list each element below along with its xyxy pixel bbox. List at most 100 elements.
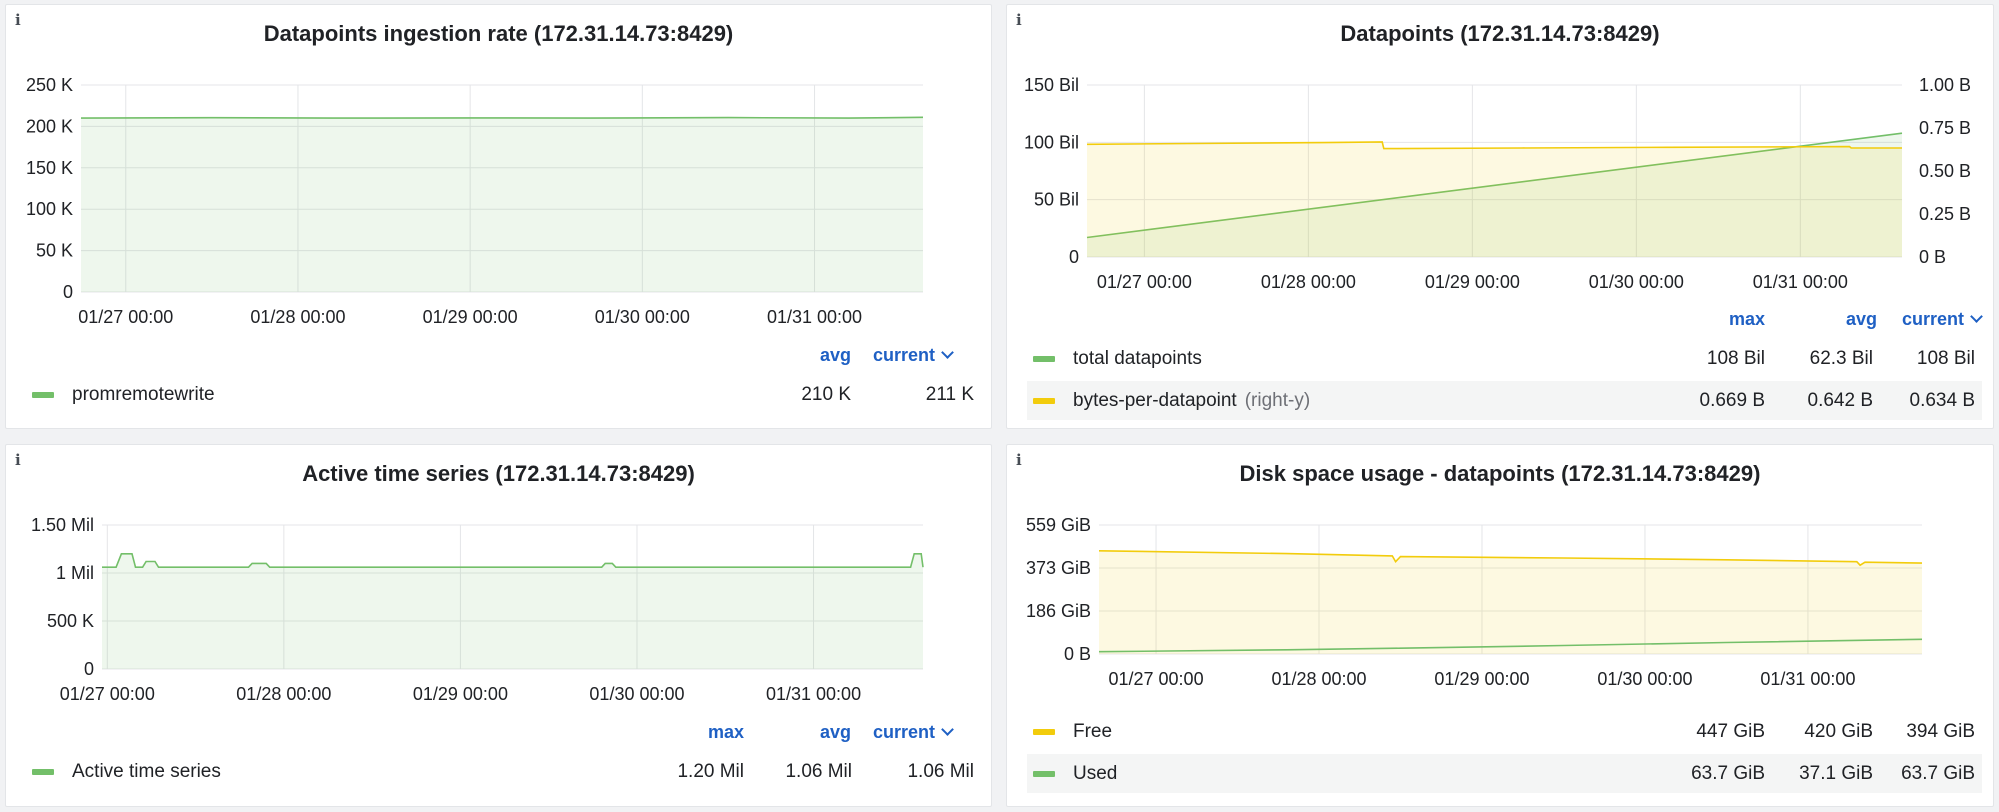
x-tick-label: 01/30 00:00 (1589, 272, 1684, 292)
y-tick-label: 0 B (1064, 644, 1091, 664)
y-tick-label: 250 K (26, 75, 73, 95)
x-tick-label: 01/27 00:00 (60, 684, 155, 704)
y-tick-label: 100 K (26, 199, 73, 219)
x-tick-label: 01/30 00:00 (1597, 669, 1692, 689)
series-area (102, 553, 923, 669)
legend-row[interactable]: promremotewrite 210 K 211 K (26, 375, 981, 414)
legend-max-value: 63.7 GiB (1691, 763, 1765, 784)
legend-row[interactable]: bytes-per-datapoint (right-y) 0.669 B 0.6… (1027, 381, 1982, 420)
x-tick-label: 01/27 00:00 (1097, 272, 1192, 292)
datapoints-chart[interactable]: 0 50 Bil 100 Bil 150 Bil 0 B 0.25 B 0.50 B 0.75… (1007, 5, 1995, 305)
legend-header-current-label: current (1901, 309, 1964, 329)
y2-tick-label: 0.25 B (1919, 204, 1971, 224)
legend-header-avg[interactable]: avg (1777, 309, 1877, 330)
legend-series-label: bytes-per-datapoint (1073, 390, 1237, 411)
legend-header-current[interactable]: current (1883, 309, 1983, 330)
x-tick-label: 01/31 00:00 (767, 307, 862, 327)
y-tick-label: 0 (1069, 247, 1079, 267)
panel-disk-space: i Disk space usage - datapoints (172.31.… (1006, 444, 1994, 807)
legend-header-avg[interactable]: avg (766, 722, 851, 743)
legend-series-name[interactable]: Free (1073, 721, 1112, 743)
series-color-swatch[interactable] (1033, 729, 1055, 735)
panel-ingestion: i Datapoints ingestion rate (172.31.14.7… (5, 4, 992, 429)
x-tick-label: 01/30 00:00 (589, 684, 684, 704)
series-color-swatch[interactable] (1033, 771, 1055, 777)
y-tick-label: 1.50 Mil (31, 515, 94, 535)
series-color-swatch[interactable] (32, 392, 54, 398)
legend-header-avg[interactable]: avg (766, 345, 851, 366)
series-area (81, 117, 923, 292)
legend-avg-value: 420 GiB (1804, 721, 1873, 742)
legend-series-name[interactable]: total datapoints (1073, 348, 1202, 370)
y-tick-label: 373 GiB (1026, 558, 1091, 578)
legend-current-value: 394 GiB (1906, 721, 1975, 742)
y-tick-label: 186 GiB (1026, 601, 1091, 621)
legend-row[interactable]: total datapoints 108 Bil 62.3 Bil 108 Bi… (1027, 339, 1982, 378)
series-area (1087, 141, 1902, 257)
legend-row[interactable]: Active time series 1.20 Mil 1.06 Mil 1.0… (26, 752, 981, 791)
legend-header-max[interactable]: max (646, 722, 744, 743)
legend-max-value: 447 GiB (1696, 721, 1765, 742)
legend-max-value: 1.20 Mil (677, 761, 744, 782)
x-tick-label: 01/29 00:00 (1425, 272, 1520, 292)
y-tick-label: 100 Bil (1024, 132, 1079, 152)
active-series-chart[interactable]: 0 500 K 1 Mil 1.50 Mil 01/27 00:00 01/28 00:0… (6, 445, 993, 730)
legend-current-value: 1.06 Mil (907, 761, 974, 782)
legend-max-value: 108 Bil (1706, 348, 1765, 369)
series-line (102, 553, 924, 568)
chevron-down-icon (941, 346, 954, 359)
x-tick-label: 01/29 00:00 (423, 307, 518, 327)
y-tick-label: 559 GiB (1026, 515, 1091, 535)
y2-tick-label: 0 B (1919, 247, 1946, 267)
legend-header-current-label: current (872, 722, 935, 742)
legend-header-current-label: current (872, 345, 935, 365)
legend-axis-note: (right-y) (1244, 390, 1311, 411)
x-tick-label: 01/29 00:00 (1434, 669, 1529, 689)
y-tick-label: 1 Mil (56, 563, 94, 583)
legend-avg-value: 37.1 GiB (1799, 763, 1873, 784)
ingestion-chart[interactable]: 0 50 K 100 K 150 K 200 K 250 K 01/27 00:00 01/2… (6, 5, 993, 345)
y-tick-label: 200 K (26, 116, 73, 136)
legend-avg-value: 1.06 Mil (785, 761, 852, 782)
legend-row[interactable]: Used 63.7 GiB 37.1 GiB 63.7 GiB (1027, 754, 1982, 793)
x-tick-label: 01/31 00:00 (1760, 669, 1855, 689)
x-tick-label: 01/29 00:00 (413, 684, 508, 704)
legend-series-name[interactable]: bytes-per-datapoint (right-y) (1073, 390, 1310, 412)
y-tick-label: 0 (63, 282, 73, 302)
y2-tick-label: 0.75 B (1919, 118, 1971, 138)
legend-current-value: 108 Bil (1916, 348, 1975, 369)
series-color-swatch[interactable] (1033, 398, 1055, 404)
legend-current-value: 0.634 B (1909, 390, 1976, 411)
legend-series-name[interactable]: promremotewrite (72, 384, 215, 406)
legend-series-name[interactable]: Active time series (72, 761, 221, 783)
y-tick-label: 150 K (26, 158, 73, 178)
legend-header-current[interactable]: current (862, 722, 954, 743)
legend-header-max[interactable]: max (1667, 309, 1765, 330)
legend-avg-value: 62.3 Bil (1809, 348, 1873, 369)
series-area (1099, 550, 1922, 654)
y2-tick-label: 1.00 B (1919, 75, 1971, 95)
x-tick-label: 01/27 00:00 (78, 307, 173, 327)
y-tick-label: 0 (84, 659, 94, 679)
x-tick-label: 01/28 00:00 (250, 307, 345, 327)
legend-current-value: 211 K (925, 384, 974, 405)
y2-tick-label: 0.50 B (1919, 161, 1971, 181)
y-tick-label: 150 Bil (1024, 75, 1079, 95)
chevron-down-icon (941, 723, 954, 736)
disk-space-chart[interactable]: 0 B 186 GiB 373 GiB 559 GiB 01/27 00:00 01/28… (1007, 445, 1995, 695)
x-tick-label: 01/31 00:00 (766, 684, 861, 704)
legend-max-value: 0.669 B (1699, 390, 1766, 411)
series-color-swatch[interactable] (32, 769, 54, 775)
legend-row[interactable]: Free 447 GiB 420 GiB 394 GiB (1027, 712, 1982, 751)
x-tick-label: 01/28 00:00 (1271, 669, 1366, 689)
y-tick-label: 50 K (36, 241, 73, 261)
legend-header-current[interactable]: current (862, 345, 954, 366)
series-color-swatch[interactable] (1033, 356, 1055, 362)
chevron-down-icon (1970, 310, 1983, 323)
x-tick-label: 01/28 00:00 (1261, 272, 1356, 292)
y-tick-label: 500 K (47, 611, 94, 631)
legend-avg-value: 210 K (801, 384, 851, 405)
legend-series-name[interactable]: Used (1073, 763, 1117, 785)
x-tick-label: 01/28 00:00 (236, 684, 331, 704)
legend-avg-value: 0.642 B (1807, 390, 1874, 411)
